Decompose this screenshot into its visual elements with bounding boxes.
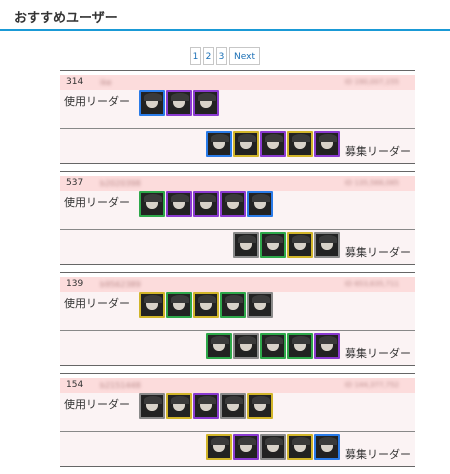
wood-character-icon[interactable]: [220, 292, 246, 318]
recruit-row: 募集リーダー: [60, 230, 415, 264]
robot-character-icon[interactable]: [233, 232, 259, 258]
next-page-button[interactable]: Next: [229, 47, 260, 65]
user-name: ike: [100, 78, 112, 87]
recruit-row: 募集リーダー: [60, 432, 415, 466]
recruit-label: 募集リーダー: [345, 145, 411, 158]
recruit-label: 募集リーダー: [345, 448, 411, 461]
user-id: ID 190,007,155: [344, 78, 399, 86]
dark-character-icon[interactable]: [193, 191, 219, 217]
user-list: 314 ike ID 190,007,155 使用リーダー 募集リーダー 537 b2020…: [60, 70, 415, 474]
wood-character-icon[interactable]: [260, 333, 286, 359]
user-card[interactable]: 314 ike ID 190,007,155 使用リーダー募集リーダー: [60, 70, 415, 164]
page-title: おすすめユーザー: [14, 11, 118, 26]
leader-label: 使用リーダー: [64, 398, 130, 411]
recruit-icons: [206, 333, 340, 359]
recruit-row: 募集リーダー: [60, 331, 415, 365]
user-name: b9562389: [100, 280, 141, 289]
wood-character-icon[interactable]: [206, 333, 232, 359]
user-id: ID 135,568,085: [344, 179, 399, 187]
light-character-icon[interactable]: [139, 292, 165, 318]
user-header: 537 b2020398 ID 135,568,085: [60, 176, 415, 191]
robot-character-icon[interactable]: [314, 232, 340, 258]
dark-character-icon[interactable]: [139, 393, 165, 419]
leader-label: 使用リーダー: [64, 196, 130, 209]
dark-character-icon[interactable]: [206, 131, 232, 157]
leader-row: 使用リーダー: [60, 292, 415, 331]
light-character-icon[interactable]: [166, 393, 192, 419]
leader-icons: [139, 292, 273, 318]
wood-character-icon[interactable]: [139, 191, 165, 217]
leader-row: 使用リーダー: [60, 393, 415, 432]
light-character-icon[interactable]: [287, 131, 313, 157]
light-character-icon[interactable]: [247, 393, 273, 419]
user-rank: 139: [66, 279, 84, 289]
recruit-icons: [206, 434, 340, 460]
dark-character-icon[interactable]: [260, 434, 286, 460]
light-character-icon[interactable]: [287, 434, 313, 460]
leader-row: 使用リーダー: [60, 90, 415, 129]
leader-label: 使用リーダー: [64, 95, 130, 108]
dark-character-icon[interactable]: [139, 90, 165, 116]
user-header: 154 b2151448 ID 144,377,752: [60, 378, 415, 393]
wood-character-icon[interactable]: [287, 333, 313, 359]
light-character-icon[interactable]: [233, 131, 259, 157]
user-name: b2020398: [100, 179, 141, 188]
dark-character-icon[interactable]: [314, 131, 340, 157]
leader-icons: [139, 191, 273, 217]
light-character-icon[interactable]: [206, 434, 232, 460]
user-rank: 537: [66, 178, 84, 188]
dark-character-icon[interactable]: [166, 90, 192, 116]
light-character-icon[interactable]: [193, 292, 219, 318]
dark-character-icon[interactable]: [193, 393, 219, 419]
user-card[interactable]: 154 b2151448 ID 144,377,752 使用リーダー募集リーダー: [60, 373, 415, 467]
dark-character-icon[interactable]: [314, 333, 340, 359]
user-header: 314 ike ID 190,007,155: [60, 75, 415, 90]
dark-character-icon[interactable]: [193, 90, 219, 116]
leader-icons: [139, 90, 219, 116]
user-card[interactable]: 139 b9562389 ID 653,635,711 使用リーダー募集リーダー: [60, 272, 415, 366]
dark-character-icon[interactable]: [166, 191, 192, 217]
user-rank: 154: [66, 380, 84, 390]
water-character-icon[interactable]: [247, 191, 273, 217]
user-card[interactable]: 537 b2020398 ID 135,568,085 使用リーダー募集リーダー: [60, 171, 415, 265]
recruit-row: 募集リーダー: [60, 129, 415, 163]
page-1-button[interactable]: 1: [190, 47, 202, 65]
leader-row: 使用リーダー: [60, 191, 415, 230]
dark-character-icon[interactable]: [247, 292, 273, 318]
user-id: ID 144,377,752: [344, 381, 399, 389]
dark-character-icon[interactable]: [233, 434, 259, 460]
recruit-label: 募集リーダー: [345, 347, 411, 360]
user-rank: 314: [66, 77, 84, 87]
page-header: おすすめユーザー: [0, 0, 450, 31]
recruit-label: 募集リーダー: [345, 246, 411, 259]
pagination: 1 2 3 Next: [0, 47, 450, 65]
user-name: b2151448: [100, 381, 141, 390]
page-2-button[interactable]: 2: [203, 47, 215, 65]
user-id: ID 653,635,711: [344, 280, 399, 288]
dark-character-icon[interactable]: [220, 191, 246, 217]
wood-character-icon[interactable]: [166, 292, 192, 318]
recruit-icons: [233, 232, 340, 258]
light-character-icon[interactable]: [287, 232, 313, 258]
recruit-icons: [206, 131, 340, 157]
page-3-button[interactable]: 3: [216, 47, 228, 65]
water-character-icon[interactable]: [314, 434, 340, 460]
dark-character-icon[interactable]: [233, 333, 259, 359]
wood-character-icon[interactable]: [260, 232, 286, 258]
dark-character-icon[interactable]: [260, 131, 286, 157]
leader-icons: [139, 393, 273, 419]
leader-label: 使用リーダー: [64, 297, 130, 310]
robot-character-icon[interactable]: [220, 393, 246, 419]
user-header: 139 b9562389 ID 653,635,711: [60, 277, 415, 292]
